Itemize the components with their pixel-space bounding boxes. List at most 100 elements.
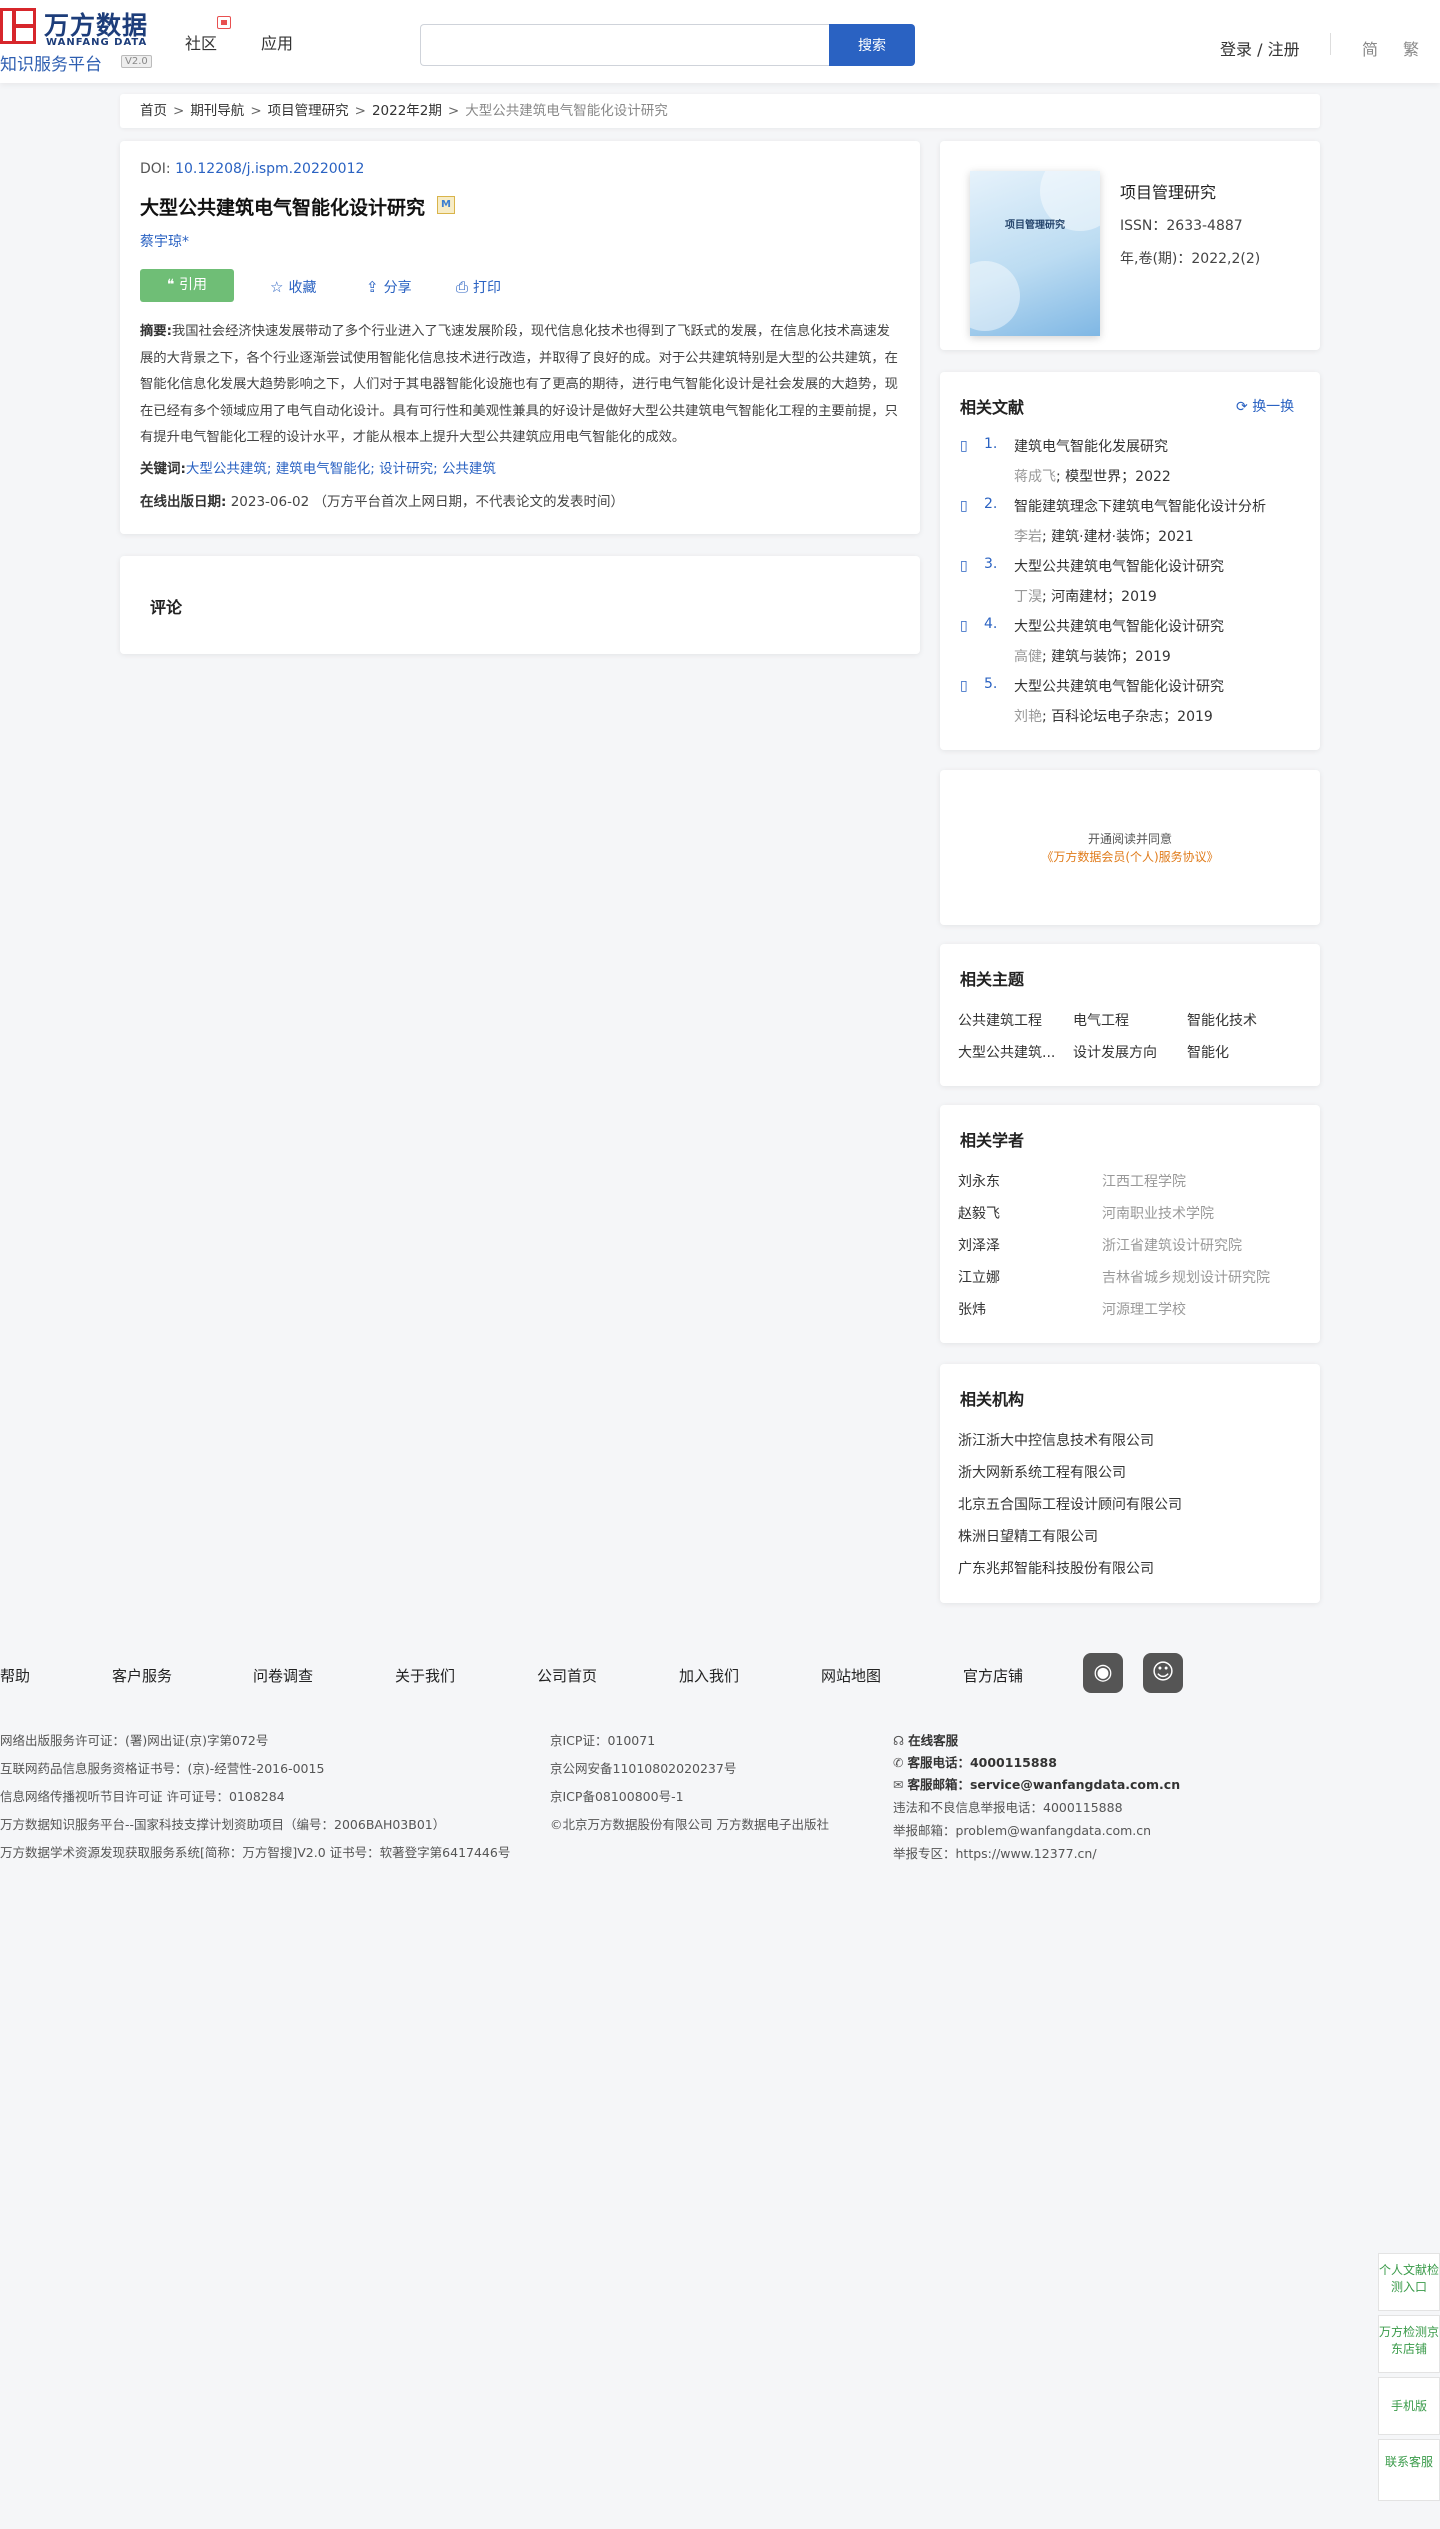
email-value[interactable]: service@wanfangdata.com.cn xyxy=(970,1777,1180,1792)
footer-sitemap[interactable]: 网站地图 xyxy=(821,1665,881,1686)
date-note: （万方平台首次上网日期，不代表论文的发表时间） xyxy=(313,494,624,510)
topic-tag[interactable]: 公共建筑工程 xyxy=(958,1010,1042,1030)
scholar-org[interactable]: 河源理工学校 xyxy=(1102,1299,1186,1319)
topic-tag[interactable]: 大型公共建筑... xyxy=(958,1042,1055,1062)
footer-store[interactable]: 官方店铺 xyxy=(963,1665,1023,1686)
share-button[interactable]: ⇪ 分享 xyxy=(366,277,412,297)
weibo-button[interactable]: ◉ xyxy=(1083,1653,1123,1693)
scholar-name[interactable]: 刘永东 xyxy=(958,1171,1000,1191)
float-mobile[interactable]: 手机版 xyxy=(1378,2377,1440,2435)
breadcrumb-journal-nav[interactable]: 期刊导航 xyxy=(190,103,244,119)
item-title[interactable]: 建筑电气智能化发展研究 xyxy=(1014,436,1168,456)
refresh-button[interactable]: ⟳ 换一换 xyxy=(1236,396,1294,416)
m-badge-icon[interactable]: M xyxy=(437,196,455,214)
related-item[interactable]: ▯ 4. 大型公共建筑电气智能化设计研究 高健; 建筑与装饰；2019 xyxy=(960,616,1305,666)
comment-title: 评论 xyxy=(150,598,183,617)
search-button[interactable]: 搜索 xyxy=(829,24,915,66)
item-source: ; 河南建材；2019 xyxy=(1042,589,1157,605)
abstract-text: 我国社会经济快速发展带动了多个行业进入了飞速发展阶段，现代信息化技术也得到了飞跃… xyxy=(140,324,898,446)
author-link[interactable]: 蔡宇琼* xyxy=(140,231,189,251)
keyword-link[interactable]: 建筑电气智能化 xyxy=(276,461,371,477)
scholar-name[interactable]: 赵毅飞 xyxy=(958,1203,1000,1223)
community-new-badge-icon xyxy=(217,16,231,29)
scholar-org[interactable]: 吉林省城乡规划设计研究院 xyxy=(1102,1267,1270,1287)
related-item[interactable]: ▯ 2. 智能建筑理念下建筑电气智能化设计分析 李岩; 建筑·建材·装饰；2021 xyxy=(960,496,1305,546)
related-item[interactable]: ▯ 3. 大型公共建筑电气智能化设计研究 丁淏; 河南建材；2019 xyxy=(960,556,1305,606)
search-input[interactable] xyxy=(420,24,830,66)
journal-name[interactable]: 项目管理研究 xyxy=(1120,179,1216,203)
related-item[interactable]: ▯ 5. 大型公共建筑电气智能化设计研究 刘艳; 百科论坛电子杂志；2019 xyxy=(960,676,1305,726)
item-title[interactable]: 大型公共建筑电气智能化设计研究 xyxy=(1014,616,1224,636)
phone-icon: ✆ xyxy=(893,1755,908,1770)
keyword-link[interactable]: 大型公共建筑 xyxy=(186,461,267,477)
item-source: ; 建筑·建材·装饰；2021 xyxy=(1042,529,1194,545)
item-source: ; 模型世界；2022 xyxy=(1056,469,1171,485)
abstract-label: 摘要: xyxy=(140,324,172,339)
footer-company[interactable]: 公司首页 xyxy=(537,1665,597,1686)
report-site[interactable]: 举报专区：https://www.12377.cn/ xyxy=(893,1843,1097,1862)
scholar-name[interactable]: 刘泽泽 xyxy=(958,1235,1000,1255)
breadcrumb-home[interactable]: 首页 xyxy=(140,103,167,119)
related-item[interactable]: ▯ 1. 建筑电气智能化发展研究 蒋成飞; 模型世界；2022 xyxy=(960,436,1305,486)
item-title[interactable]: 大型公共建筑电气智能化设计研究 xyxy=(1014,676,1224,696)
membership-card: 开通阅读并同意 《万方数据会员(个人)服务协议》 xyxy=(940,770,1320,925)
footer-survey[interactable]: 问卷调查 xyxy=(253,1665,313,1686)
nav-community[interactable]: 社区 xyxy=(185,30,217,54)
membership-agreement-link[interactable]: 《万方数据会员(个人)服务协议》 xyxy=(940,848,1320,865)
doi-link[interactable]: 10.12208/j.ispm.20220012 xyxy=(175,161,364,177)
date-label: 在线出版日期: xyxy=(140,494,227,510)
footer-customer-service[interactable]: 客户服务 xyxy=(112,1665,172,1686)
breadcrumb-issue[interactable]: 2022年2期 xyxy=(372,103,442,119)
phone-value: 4000115888 xyxy=(969,1755,1057,1770)
item-title[interactable]: 大型公共建筑电气智能化设计研究 xyxy=(1014,556,1224,576)
lang-simplified[interactable]: 简 xyxy=(1362,36,1378,60)
scholar-org[interactable]: 江西工程学院 xyxy=(1102,1171,1186,1191)
abstract: 摘要:我国社会经济快速发展带动了多个行业进入了飞速发展阶段，现代信息化技术也得到… xyxy=(140,319,900,452)
topic-tag[interactable]: 电气工程 xyxy=(1073,1010,1129,1030)
print-button[interactable]: ⎙ 打印 xyxy=(456,277,501,297)
topic-tag[interactable]: 设计发展方向 xyxy=(1073,1042,1157,1062)
org-link[interactable]: 浙大网新系统工程有限公司 xyxy=(958,1462,1126,1482)
org-link[interactable]: 广东兆邦智能科技股份有限公司 xyxy=(958,1558,1154,1578)
online-service-link[interactable]: ☊ 在线客服 xyxy=(893,1730,958,1749)
related-orgs-card: 相关机构 浙江浙大中控信息技术有限公司 浙大网新系统工程有限公司 北京五合国际工… xyxy=(940,1364,1320,1603)
wechat-button[interactable]: ☺ xyxy=(1143,1653,1183,1693)
license-line: 万方数据学术资源发现获取服务系统[简称：万方智搜]V2.0 证书号：软著登字第6… xyxy=(0,1845,511,1860)
topic-tag[interactable]: 智能化技术 xyxy=(1187,1010,1257,1030)
cite-button[interactable]: ❝ 引用 xyxy=(140,269,234,302)
lang-traditional[interactable]: 繁 xyxy=(1403,36,1419,60)
org-link[interactable]: 北京五合国际工程设计顾问有限公司 xyxy=(958,1494,1182,1514)
scholar-name[interactable]: 江立娜 xyxy=(958,1267,1000,1287)
wanfang-logo[interactable]: 万方数据 WANFANG DATA 知识服务平台 V2.0 xyxy=(0,6,160,75)
item-title[interactable]: 智能建筑理念下建筑电气智能化设计分析 xyxy=(1014,496,1266,516)
float-contact-service[interactable]: 联系客服 xyxy=(1378,2439,1440,2501)
item-source: ; 建筑与装饰；2019 xyxy=(1042,649,1171,665)
login-register-link[interactable]: 登录 / 注册 xyxy=(1220,36,1300,60)
journal-cover[interactable]: 项目管理研究 xyxy=(970,171,1100,336)
icp-line[interactable]: 京ICP备08100800号-1 xyxy=(550,1786,684,1805)
journal-issn: ISSN：2633-4887 xyxy=(1120,218,1243,234)
footer-join[interactable]: 加入我们 xyxy=(679,1665,739,1686)
org-link[interactable]: 浙江浙大中控信息技术有限公司 xyxy=(958,1430,1154,1450)
icp-line: 京ICP证：010071 xyxy=(550,1733,656,1748)
topic-tag[interactable]: 智能化 xyxy=(1187,1042,1229,1062)
float-label: 万方检测京东店铺 xyxy=(1379,2325,1440,2356)
copyright-line: ©北京万方数据股份有限公司 万方数据电子出版社 xyxy=(550,1817,829,1832)
breadcrumb-journal[interactable]: 项目管理研究 xyxy=(268,103,349,119)
breadcrumb-sep: > xyxy=(173,103,185,119)
keyword-link[interactable]: 公共建筑 xyxy=(442,461,496,477)
footer-help[interactable]: 帮助 xyxy=(0,1665,30,1686)
float-plagiarism-check[interactable]: 个人文献检测入口 xyxy=(1378,2253,1440,2311)
nav-apps[interactable]: 应用 xyxy=(261,30,293,54)
scholar-name[interactable]: 张炜 xyxy=(958,1299,986,1319)
weibo-icon: ◉ xyxy=(1093,1660,1113,1685)
scholar-org[interactable]: 河南职业技术学院 xyxy=(1102,1203,1214,1223)
float-jd-store[interactable]: 万方检测京东店铺 xyxy=(1378,2315,1440,2373)
footer-about[interactable]: 关于我们 xyxy=(395,1665,455,1686)
keyword-link[interactable]: 设计研究 xyxy=(379,461,433,477)
collect-button[interactable]: ☆ 收藏 xyxy=(270,277,316,297)
service-phone: ✆ 客服电话：4000115888 xyxy=(893,1752,1057,1771)
icp-line[interactable]: 京公网安备11010802020237号 xyxy=(550,1758,736,1777)
scholar-org[interactable]: 浙江省建筑设计研究院 xyxy=(1102,1235,1242,1255)
org-link[interactable]: 株洲日望精工有限公司 xyxy=(958,1526,1098,1546)
